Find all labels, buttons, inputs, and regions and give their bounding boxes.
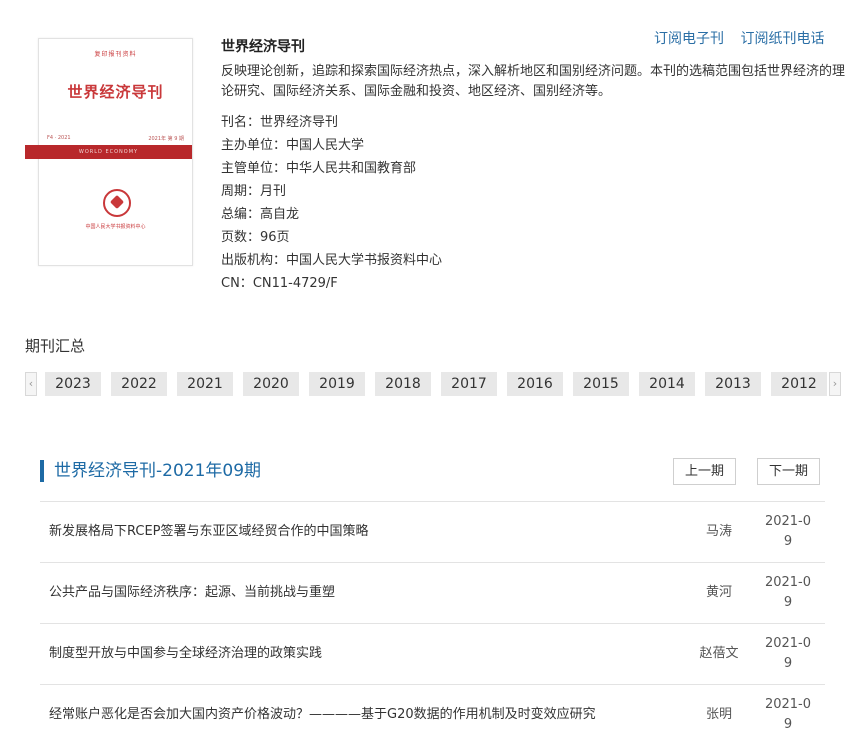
meta-label: 刊名： — [221, 115, 261, 130]
meta-label: 周期： — [221, 184, 261, 199]
archive-label: 期刊汇总 — [25, 337, 86, 355]
article-author: 赵蓓文 — [699, 646, 739, 661]
article-row: 公共产品与国际经济秩序：起源、当前挑战与重塑 黄河 2021-09 — [40, 563, 825, 624]
meta-value: 高自龙 — [260, 207, 300, 222]
year-scroll-left-icon[interactable]: ‹ — [25, 372, 37, 396]
meta-period: 周期：月刊 — [221, 180, 442, 203]
meta-value: 中国人民大学书报资料中心 — [286, 253, 443, 268]
article-date: 2021-09 — [764, 514, 812, 549]
meta-label: CN： — [221, 276, 253, 291]
year-item[interactable]: 2013 — [705, 372, 761, 396]
article-title-link[interactable]: 制度型开放与中国参与全球经济治理的政策实践 — [49, 624, 322, 684]
cover-top-text: 复印报刊资料 — [94, 51, 137, 58]
journal-meta: 刊名：世界经济导刊 主办单位：中国人民大学 主管单位：中华人民共和国教育部 周期… — [221, 111, 442, 295]
journal-cover: 复印报刊资料 世界经济导刊 F4 · 2021 2021年 第 9 期 WORL… — [25, 38, 193, 266]
subscribe-electronic-link[interactable]: 订阅电子刊 — [654, 31, 724, 47]
meta-editor: 总编：高自龙 — [221, 203, 442, 226]
year-item[interactable]: 2014 — [639, 372, 695, 396]
year-item[interactable]: 2018 — [375, 372, 431, 396]
issue-title-accent — [40, 460, 44, 482]
meta-value: 月刊 — [260, 184, 287, 199]
article-date: 2021-09 — [764, 697, 812, 732]
year-item[interactable]: 2020 — [243, 372, 299, 396]
year-item[interactable]: 2012 — [771, 372, 827, 396]
previous-issue-button[interactable]: 上一期 — [673, 458, 736, 485]
year-item[interactable]: 2015 — [573, 372, 629, 396]
next-issue-button[interactable]: 下一期 — [757, 458, 820, 485]
meta-label: 主办单位： — [221, 138, 287, 153]
article-title-link[interactable]: 新发展格局下RCEP签署与东亚区域经贸合作的中国策略 — [49, 502, 369, 562]
cover-band: WORLD ECONOMY — [25, 145, 192, 159]
article-author: 张明 — [705, 707, 732, 722]
article-date: 2021-09 — [764, 575, 812, 610]
journal-description: 反映理论创新，追踪和探索国际经济热点，深入解析地区和国别经济问题。本刊的选稿范围… — [221, 64, 846, 99]
year-item[interactable]: 2023 — [45, 372, 101, 396]
year-item[interactable]: 2016 — [507, 372, 563, 396]
meta-publisher: 出版机构：中国人民大学书报资料中心 — [221, 249, 442, 272]
meta-value: 中国人民大学 — [286, 138, 365, 153]
article-list: 新发展格局下RCEP签署与东亚区域经贸合作的中国策略 马涛 2021-09 公共… — [40, 501, 825, 743]
subscribe-paper-phone-link[interactable]: 订阅纸刊电话 — [740, 31, 824, 47]
meta-sponsor: 主办单位：中国人民大学 — [221, 134, 442, 157]
year-list: 2023 2022 2021 2020 2019 2018 2017 2016 … — [45, 372, 827, 396]
article-author: 黄河 — [705, 585, 732, 600]
year-scroll-right-icon[interactable]: › — [829, 372, 841, 396]
meta-cn: CN：CN11-4729/F — [221, 272, 442, 295]
cover-publisher: 中国人民大学书报资料中心 — [85, 224, 146, 230]
article-row: 经常账户恶化是否会加大国内资产价格波动？————基于G20数据的作用机制及时变效… — [40, 685, 825, 743]
article-row: 新发展格局下RCEP签署与东亚区域经贸合作的中国策略 马涛 2021-09 — [40, 502, 825, 563]
article-row: 制度型开放与中国参与全球经济治理的政策实践 赵蓓文 2021-09 — [40, 624, 825, 685]
meta-value: 中华人民共和国教育部 — [286, 161, 417, 176]
year-item[interactable]: 2021 — [177, 372, 233, 396]
meta-value: 世界经济导刊 — [260, 115, 339, 130]
cover-issue-date: 2021年 第 9 期 — [148, 136, 184, 142]
meta-supervisor: 主管单位：中华人民共和国教育部 — [221, 157, 442, 180]
cover-title: 世界经济导刊 — [67, 83, 164, 101]
article-author: 马涛 — [705, 524, 732, 539]
journal-title: 世界经济导刊 — [221, 39, 305, 55]
article-title-link[interactable]: 公共产品与国际经济秩序：起源、当前挑战与重塑 — [49, 563, 335, 623]
meta-value: CN11-4729/F — [252, 276, 338, 291]
subscribe-links: 订阅电子刊 订阅纸刊电话 — [654, 28, 824, 48]
meta-value: 96页 — [260, 230, 290, 245]
meta-label: 总编： — [221, 207, 261, 222]
meta-label: 主管单位： — [221, 161, 287, 176]
meta-label: 出版机构： — [221, 253, 287, 268]
meta-name: 刊名：世界经济导刊 — [221, 111, 442, 134]
cover-band-text: WORLD ECONOMY — [78, 149, 139, 155]
article-title-link[interactable]: 经常账户恶化是否会加大国内资产价格波动？————基于G20数据的作用机制及时变效… — [49, 685, 596, 743]
article-date: 2021-09 — [764, 636, 812, 671]
year-item[interactable]: 2022 — [111, 372, 167, 396]
meta-pages: 页数：96页 — [221, 226, 442, 249]
meta-label: 页数： — [221, 230, 261, 245]
year-item[interactable]: 2017 — [441, 372, 497, 396]
university-emblem-icon — [103, 189, 131, 217]
issue-title: 世界经济导刊-2021年09期 — [54, 461, 262, 481]
cover-issue-code: F4 · 2021 — [47, 135, 71, 141]
year-item[interactable]: 2019 — [309, 372, 365, 396]
issue-header: 世界经济导刊-2021年09期 上一期 下一期 — [40, 458, 825, 485]
